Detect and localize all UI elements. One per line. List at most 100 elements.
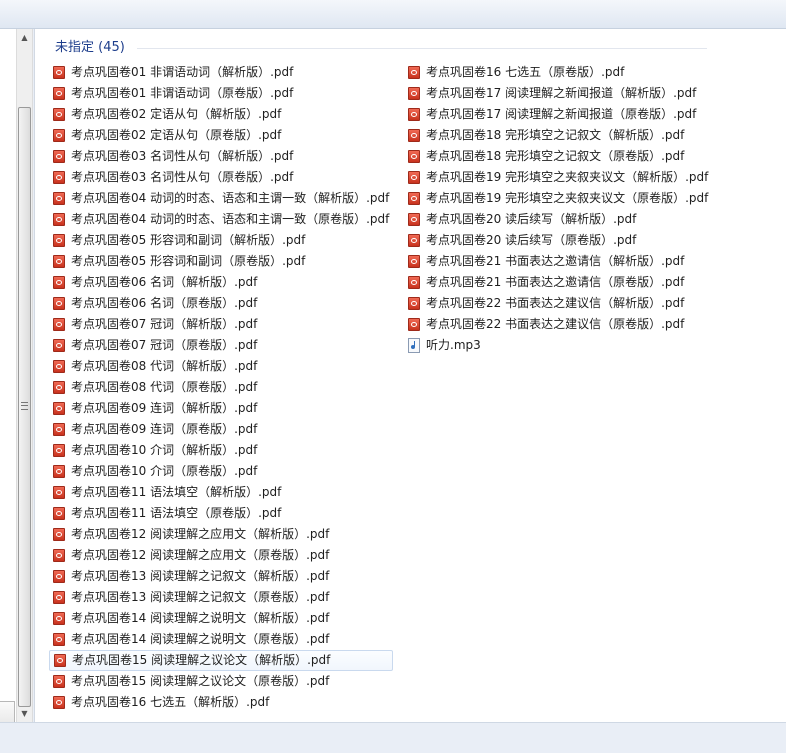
file-name: 考点巩固卷11 语法填空（解析版）.pdf bbox=[71, 485, 282, 499]
file-item[interactable]: 考点巩固卷03 名词性从句（解析版）.pdf bbox=[49, 146, 393, 167]
file-list-view: 未指定 (45) 考点巩固卷01 非谓语动词（解析版）.pdf 考点巩固卷01 非… bbox=[34, 29, 786, 722]
pdf-icon bbox=[53, 402, 65, 415]
file-item[interactable]: 考点巩固卷13 阅读理解之记叙文（原卷版）.pdf bbox=[49, 587, 393, 608]
file-item[interactable]: 考点巩固卷14 阅读理解之说明文（解析版）.pdf bbox=[49, 608, 393, 629]
file-column-1: 考点巩固卷01 非谓语动词（解析版）.pdf 考点巩固卷01 非谓语动词（原卷版）… bbox=[49, 62, 394, 713]
pdf-icon bbox=[53, 276, 65, 289]
pdf-icon bbox=[53, 486, 65, 499]
navigation-pane bbox=[0, 29, 16, 725]
file-item[interactable]: 考点巩固卷02 定语从句（原卷版）.pdf bbox=[49, 125, 393, 146]
file-name: 考点巩固卷22 书面表达之建议信（解析版）.pdf bbox=[426, 296, 685, 310]
pdf-icon bbox=[408, 87, 420, 100]
file-item[interactable]: 考点巩固卷10 介词（解析版）.pdf bbox=[49, 440, 393, 461]
scrollbar-thumb[interactable] bbox=[18, 107, 31, 707]
file-name: 考点巩固卷06 名词（原卷版）.pdf bbox=[71, 296, 258, 310]
pdf-icon bbox=[53, 318, 65, 331]
file-item[interactable]: 考点巩固卷04 动词的时态、语态和主谓一致（原卷版）.pdf bbox=[49, 209, 393, 230]
pdf-icon bbox=[53, 612, 65, 625]
file-name: 考点巩固卷07 冠词（原卷版）.pdf bbox=[71, 338, 258, 352]
file-item[interactable]: 考点巩固卷16 七选五（解析版）.pdf bbox=[49, 692, 393, 713]
file-item[interactable]: 考点巩固卷09 连词（原卷版）.pdf bbox=[49, 419, 393, 440]
file-name: 考点巩固卷03 名词性从句（解析版）.pdf bbox=[71, 149, 294, 163]
file-name: 考点巩固卷09 连词（原卷版）.pdf bbox=[71, 422, 258, 436]
file-item[interactable]: 考点巩固卷06 名词（解析版）.pdf bbox=[49, 272, 393, 293]
file-item[interactable]: 考点巩固卷01 非谓语动词（解析版）.pdf bbox=[49, 62, 393, 83]
file-item[interactable]: 考点巩固卷16 七选五（原卷版）.pdf bbox=[404, 62, 712, 83]
file-item[interactable]: 考点巩固卷09 连词（解析版）.pdf bbox=[49, 398, 393, 419]
scroll-up-arrow-icon[interactable]: ▲ bbox=[17, 29, 32, 46]
file-name: 考点巩固卷18 完形填空之记叙文（解析版）.pdf bbox=[426, 128, 685, 142]
file-name: 考点巩固卷02 定语从句（解析版）.pdf bbox=[71, 107, 282, 121]
file-item[interactable]: 考点巩固卷11 语法填空（原卷版）.pdf bbox=[49, 503, 393, 524]
file-name: 考点巩固卷19 完形填空之夹叙夹议文（解析版）.pdf bbox=[426, 170, 709, 184]
pdf-icon bbox=[53, 192, 65, 205]
file-name: 考点巩固卷03 名词性从句（原卷版）.pdf bbox=[71, 170, 294, 184]
file-item[interactable]: 考点巩固卷10 介词（原卷版）.pdf bbox=[49, 461, 393, 482]
pdf-icon bbox=[53, 66, 65, 79]
file-name: 考点巩固卷01 非谓语动词（解析版）.pdf bbox=[71, 65, 294, 79]
mp3-icon bbox=[408, 338, 420, 353]
file-name: 考点巩固卷13 阅读理解之记叙文（原卷版）.pdf bbox=[71, 590, 330, 604]
pdf-icon bbox=[408, 192, 420, 205]
file-item[interactable]: 考点巩固卷19 完形填空之夹叙夹议文（解析版）.pdf bbox=[404, 167, 712, 188]
file-item[interactable]: 考点巩固卷07 冠词（解析版）.pdf bbox=[49, 314, 393, 335]
file-item[interactable]: 考点巩固卷07 冠词（原卷版）.pdf bbox=[49, 335, 393, 356]
pdf-icon bbox=[408, 150, 420, 163]
pdf-icon bbox=[53, 234, 65, 247]
file-item[interactable]: 考点巩固卷21 书面表达之邀请信（原卷版）.pdf bbox=[404, 272, 712, 293]
file-item[interactable]: 考点巩固卷02 定语从句（解析版）.pdf bbox=[49, 104, 393, 125]
pdf-icon bbox=[53, 87, 65, 100]
pdf-icon bbox=[408, 171, 420, 184]
pdf-icon bbox=[54, 654, 66, 667]
pdf-icon bbox=[53, 444, 65, 457]
file-item[interactable]: 听力.mp3 bbox=[404, 335, 712, 356]
file-item[interactable]: 考点巩固卷15 阅读理解之议论文（原卷版）.pdf bbox=[49, 671, 393, 692]
file-item[interactable]: 考点巩固卷08 代词（原卷版）.pdf bbox=[49, 377, 393, 398]
file-item[interactable]: 考点巩固卷21 书面表达之邀请信（解析版）.pdf bbox=[404, 251, 712, 272]
file-item[interactable]: 考点巩固卷08 代词（解析版）.pdf bbox=[49, 356, 393, 377]
file-name: 考点巩固卷11 语法填空（原卷版）.pdf bbox=[71, 506, 282, 520]
file-item[interactable]: 考点巩固卷05 形容词和副词（解析版）.pdf bbox=[49, 230, 393, 251]
file-name: 考点巩固卷13 阅读理解之记叙文（解析版）.pdf bbox=[71, 569, 330, 583]
scroll-down-arrow-icon[interactable]: ▼ bbox=[17, 705, 32, 722]
file-item[interactable]: 考点巩固卷22 书面表达之建议信（原卷版）.pdf bbox=[404, 314, 712, 335]
file-name: 考点巩固卷10 介词（原卷版）.pdf bbox=[71, 464, 258, 478]
file-column-2: 考点巩固卷16 七选五（原卷版）.pdf 考点巩固卷17 阅读理解之新闻报道（解析… bbox=[404, 62, 712, 356]
file-item[interactable]: 考点巩固卷05 形容词和副词（原卷版）.pdf bbox=[49, 251, 393, 272]
file-item[interactable]: 考点巩固卷03 名词性从句（原卷版）.pdf bbox=[49, 167, 393, 188]
file-item[interactable]: 考点巩固卷18 完形填空之记叙文（原卷版）.pdf bbox=[404, 146, 712, 167]
pdf-icon bbox=[53, 528, 65, 541]
scrollbar-grip-icon bbox=[21, 402, 28, 410]
group-header[interactable]: 未指定 (45) bbox=[55, 39, 125, 57]
pdf-icon bbox=[408, 297, 420, 310]
pdf-icon bbox=[53, 423, 65, 436]
file-name: 考点巩固卷10 介词（解析版）.pdf bbox=[71, 443, 258, 457]
file-name: 考点巩固卷17 阅读理解之新闻报道（原卷版）.pdf bbox=[426, 107, 697, 121]
pdf-icon bbox=[53, 465, 65, 478]
file-item[interactable]: 考点巩固卷20 读后续写（解析版）.pdf bbox=[404, 209, 712, 230]
file-item[interactable]: 考点巩固卷22 书面表达之建议信（解析版）.pdf bbox=[404, 293, 712, 314]
file-item[interactable]: 考点巩固卷06 名词（原卷版）.pdf bbox=[49, 293, 393, 314]
file-item[interactable]: 考点巩固卷17 阅读理解之新闻报道（原卷版）.pdf bbox=[404, 104, 712, 125]
pdf-icon bbox=[408, 276, 420, 289]
file-item[interactable]: 考点巩固卷12 阅读理解之应用文（解析版）.pdf bbox=[49, 524, 393, 545]
file-item[interactable]: 考点巩固卷19 完形填空之夹叙夹议文（原卷版）.pdf bbox=[404, 188, 712, 209]
file-item[interactable]: 考点巩固卷01 非谓语动词（原卷版）.pdf bbox=[49, 83, 393, 104]
file-item[interactable]: 考点巩固卷04 动词的时态、语态和主谓一致（解析版）.pdf bbox=[49, 188, 393, 209]
file-item[interactable]: 考点巩固卷20 读后续写（原卷版）.pdf bbox=[404, 230, 712, 251]
file-item[interactable]: 考点巩固卷14 阅读理解之说明文（原卷版）.pdf bbox=[49, 629, 393, 650]
file-item[interactable]: 考点巩固卷13 阅读理解之记叙文（解析版）.pdf bbox=[49, 566, 393, 587]
pdf-icon bbox=[53, 108, 65, 121]
file-item[interactable]: 考点巩固卷11 语法填空（解析版）.pdf bbox=[49, 482, 393, 503]
pdf-icon bbox=[408, 66, 420, 79]
file-item[interactable]: 考点巩固卷18 完形填空之记叙文（解析版）.pdf bbox=[404, 125, 712, 146]
file-name: 考点巩固卷04 动词的时态、语态和主谓一致（解析版）.pdf bbox=[71, 191, 390, 205]
file-name: 考点巩固卷12 阅读理解之应用文（原卷版）.pdf bbox=[71, 548, 330, 562]
file-item[interactable]: 考点巩固卷15 阅读理解之议论文（解析版）.pdf bbox=[49, 650, 394, 671]
file-item[interactable]: 考点巩固卷17 阅读理解之新闻报道（解析版）.pdf bbox=[404, 83, 712, 104]
pdf-icon bbox=[53, 339, 65, 352]
file-name: 考点巩固卷07 冠词（解析版）.pdf bbox=[71, 317, 258, 331]
file-item[interactable]: 考点巩固卷12 阅读理解之应用文（原卷版）.pdf bbox=[49, 545, 393, 566]
vertical-scrollbar[interactable]: ▲ ▼ bbox=[16, 29, 33, 722]
file-name: 考点巩固卷08 代词（解析版）.pdf bbox=[71, 359, 258, 373]
